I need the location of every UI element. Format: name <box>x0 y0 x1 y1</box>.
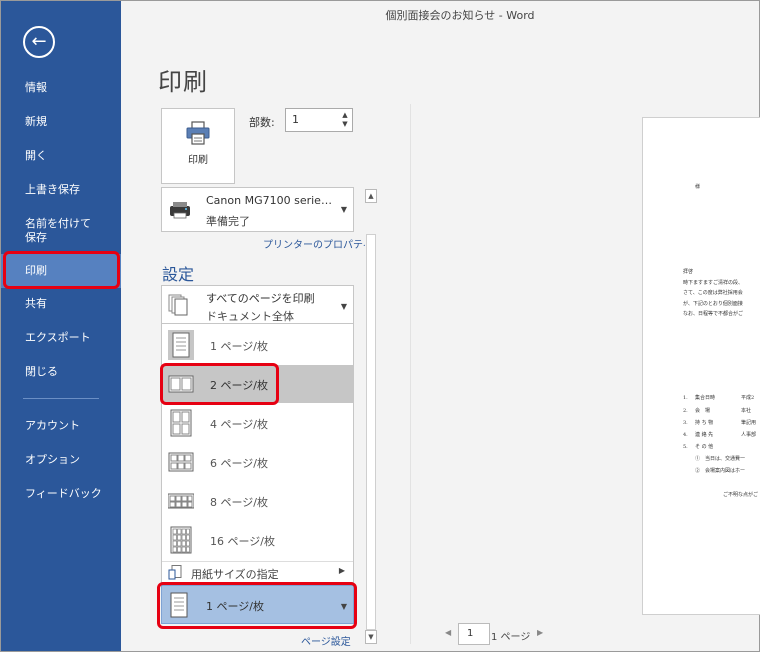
doc-line: 時下ますますご清祥の段、 <box>683 280 744 286</box>
window-title: 個別面接会のお知らせ - Word <box>385 9 535 22</box>
sidebar-item-options[interactable]: オプション <box>1 453 121 467</box>
doc-greeting: 拝啓 <box>683 269 694 275</box>
pages-per-sheet-select[interactable]: 1 ページ/枚 ▼ <box>161 585 354 624</box>
scroll-down-icon[interactable]: ▼ <box>365 630 377 644</box>
doc-line: が、下記のとおり個別面接 <box>683 301 743 307</box>
sidebar-item-save[interactable]: 上書き保存 <box>1 183 121 197</box>
sidebar-item-feedback[interactable]: フィードバック <box>1 487 121 501</box>
next-page-icon[interactable]: ▶ <box>537 628 543 637</box>
print-button-label: 印刷 <box>188 155 208 166</box>
sidebar-item-info[interactable]: 情報 <box>1 81 121 95</box>
settings-heading: 設定 <box>162 265 195 284</box>
sidebar-item-account[interactable]: アカウント <box>1 419 121 433</box>
print-preview-page: 様 拝啓 時下ますますご清祥の段、 さて、この度は弊社採用会 が、下記のとおり個… <box>642 117 760 615</box>
sidebar-item-print[interactable]: 印刷 <box>1 254 121 288</box>
page-total: 1 ページ <box>491 632 531 643</box>
one-page-layout-icon <box>168 330 194 360</box>
doc-line: なお、日程等で不都合がご <box>683 311 744 317</box>
option-label: 2 ページ/枚 <box>210 379 268 392</box>
printer-select[interactable]: Canon MG7100 serie… 準備完了 ▼ <box>161 187 354 232</box>
chevron-right-icon: ▶ <box>338 566 345 575</box>
sidebar-item-new[interactable]: 新規 <box>1 115 121 129</box>
sidebar-item-save-as[interactable]: 名前を付けて 保存 <box>1 217 121 245</box>
print-range-select[interactable]: すべてのページを印刷 ドキュメント全体 ▼ <box>161 285 354 324</box>
scrollbar-thumb[interactable] <box>366 234 376 630</box>
pages-per-sheet-value: 1 ページ/枚 <box>206 600 264 613</box>
page-title: 印刷 <box>158 68 208 96</box>
option-6-pages-per-sheet[interactable]: 6 ページ/枚 <box>162 443 353 481</box>
chevron-down-icon: ▼ <box>340 602 347 611</box>
option-label: 1 ページ/枚 <box>210 340 268 353</box>
previous-page-icon[interactable]: ◀ <box>445 628 451 637</box>
doc-item-value: 本社 <box>741 408 752 414</box>
sidebar-item-close[interactable]: 閉じる <box>1 365 121 379</box>
backstage-sidebar: ← 情報 新規 開く 上書き保存 名前を付けて 保存 印刷 共有 エクスポート … <box>1 1 121 651</box>
doc-note: ① 当日は、交通費一 <box>695 456 746 462</box>
chevron-down-icon: ▼ <box>340 205 347 214</box>
doc-salutation: 様 <box>695 184 701 190</box>
option-2-pages-per-sheet[interactable]: 2 ページ/枚 <box>162 365 353 403</box>
doc-item-num: 1. <box>683 395 688 401</box>
chevron-down-icon: ▼ <box>340 302 347 311</box>
print-range-value: すべてのページを印刷 <box>206 292 315 305</box>
doc-item-value: 平成2 <box>741 395 755 401</box>
one-page-layout-icon <box>170 592 188 618</box>
option-label: 6 ページ/枚 <box>210 457 268 470</box>
printer-properties-link[interactable]: プリンターのプロパティ <box>263 236 372 251</box>
back-arrow-icon[interactable]: ← <box>23 26 55 58</box>
printer-device-icon <box>170 202 190 219</box>
option-label: 16 ページ/枚 <box>210 535 275 548</box>
option-label: 8 ページ/枚 <box>210 496 268 509</box>
doc-item-key: 連 絡 先 <box>695 432 714 438</box>
print-range-sub: ドキュメント全体 <box>206 310 294 323</box>
paper-size-label: 用紙サイズの指定 <box>191 568 279 581</box>
scale-to-paper-size-item[interactable]: 用紙サイズの指定 ▶ <box>162 562 353 583</box>
option-16-pages-per-sheet[interactable]: 16 ページ/枚 <box>162 521 353 559</box>
sidebar-divider <box>23 398 99 399</box>
page-number-input[interactable]: 1 <box>458 623 490 645</box>
copies-label: 部数: <box>249 116 275 129</box>
doc-item-key: そ の 他 <box>695 444 714 450</box>
sixteen-pages-layout-icon <box>170 526 192 554</box>
print-button[interactable]: 印刷 <box>161 108 235 184</box>
sidebar-item-open[interactable]: 開く <box>1 149 121 163</box>
copies-stepper[interactable]: 1 ▲ ▼ <box>285 108 353 132</box>
doc-item-value: 筆記用 <box>741 420 757 426</box>
stepper-arrows-icon[interactable]: ▲ ▼ <box>340 111 350 129</box>
doc-item-num: 3. <box>683 420 688 426</box>
four-pages-layout-icon <box>170 409 192 437</box>
option-1-page-per-sheet[interactable]: 1 ページ/枚 <box>162 326 353 364</box>
scroll-up-icon[interactable]: ▲ <box>365 189 377 203</box>
option-4-pages-per-sheet[interactable]: 4 ページ/枚 <box>162 404 353 442</box>
doc-item-key: 持 ち 物 <box>695 420 714 426</box>
page-setup-link[interactable]: ページ設定 <box>301 633 351 648</box>
doc-item-key: 会 場 <box>695 408 711 414</box>
paper-size-icon <box>168 565 182 580</box>
panel-divider <box>410 104 411 644</box>
printer-name: Canon MG7100 serie… <box>206 194 332 207</box>
two-pages-layout-icon <box>168 375 194 393</box>
doc-item-num: 2. <box>683 408 688 414</box>
doc-closing: ご不明な点がご <box>723 492 759 498</box>
copies-value: 1 <box>292 113 299 126</box>
sidebar-item-share[interactable]: 共有 <box>1 297 121 311</box>
doc-line: さて、この度は弊社採用会 <box>683 290 743 296</box>
option-8-pages-per-sheet[interactable]: 8 ページ/枚 <box>162 482 353 520</box>
doc-item-key: 集合日時 <box>695 395 716 401</box>
doc-item-value: 人事部 <box>741 432 757 438</box>
doc-note: ② 会場案内図はホー <box>695 468 746 474</box>
pages-stack-icon <box>168 294 188 316</box>
option-label: 4 ページ/枚 <box>210 418 268 431</box>
six-pages-layout-icon <box>168 452 194 472</box>
doc-item-num: 4. <box>683 432 688 438</box>
printer-icon <box>186 121 210 145</box>
pages-per-sheet-dropdown: 1 ページ/枚 2 ページ/枚 4 ページ/枚 6 ページ/枚 8 ページ/枚 … <box>161 323 354 583</box>
eight-pages-layout-icon <box>168 493 194 509</box>
printer-status: 準備完了 <box>206 215 250 228</box>
doc-item-num: 5. <box>683 444 688 450</box>
sidebar-item-export[interactable]: エクスポート <box>1 331 121 345</box>
